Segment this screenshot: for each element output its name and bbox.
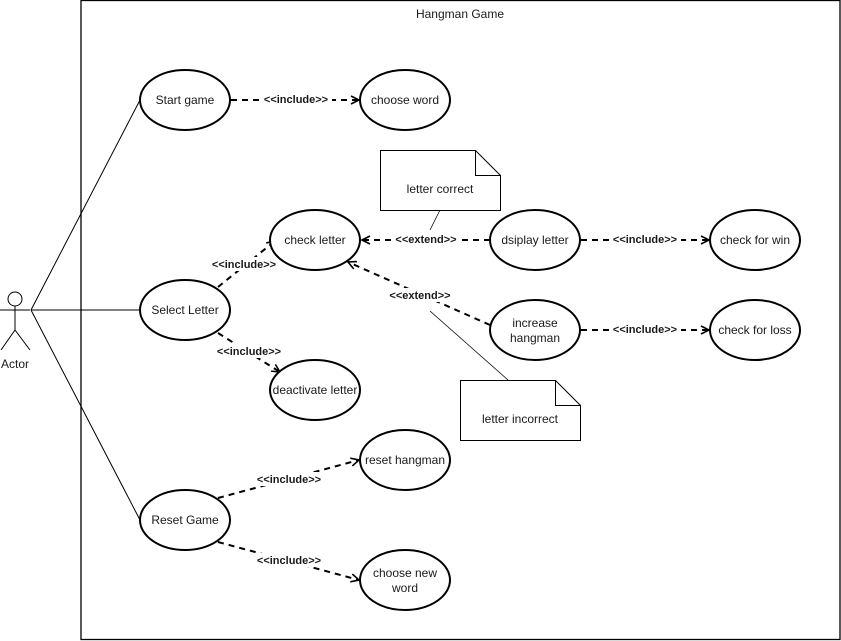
use-case-select-letter-label: Select Letter — [151, 303, 218, 317]
use-case-check-for-win-label: check for win — [720, 233, 790, 247]
use-case-choose-new-word-label-1: choose new — [373, 566, 437, 580]
use-case-deactivate-letter-label: deactivate letter — [273, 383, 358, 397]
system-title: Hangman Game — [416, 7, 504, 21]
label-include-increase-loss: <<include>> — [613, 324, 677, 336]
use-case-choose-new-word[interactable] — [359, 549, 451, 611]
use-case-start-game-label: Start game — [156, 93, 215, 107]
label-include-reset-hangman: <<include>> — [257, 474, 321, 486]
use-case-increase-hangman-label-2: hangman — [510, 331, 560, 345]
use-case-increase-hangman-label-1: increase — [512, 316, 558, 330]
label-extend-display-check: <<extend>> — [395, 234, 456, 246]
use-case-diagram: Hangman Game Actor <<include>> <<include… — [0, 0, 841, 641]
note-letter-correct-shape — [380, 150, 501, 211]
note-letter-correct[interactable]: letter correct — [380, 150, 501, 211]
actor-leg-right — [14, 329, 31, 351]
use-case-increase-hangman[interactable] — [489, 299, 581, 361]
use-case-display-letter-label: dsiplay letter — [501, 233, 568, 247]
label-include-select-deactivate: <<include>> — [217, 346, 281, 358]
actor-head — [7, 291, 23, 307]
use-case-choose-word-label: choose word — [371, 93, 439, 107]
label-include-start-choose: <<include>> — [264, 94, 328, 106]
use-case-reset-hangman-label: reset hangman — [365, 453, 445, 467]
note-letter-correct-text: letter correct — [407, 182, 474, 196]
label-include-select-check: <<include>> — [212, 259, 276, 271]
label-include-display-win: <<include>> — [613, 234, 677, 246]
note-letter-incorrect-text: letter incorrect — [482, 412, 559, 426]
note-letter-incorrect[interactable]: letter incorrect — [460, 380, 581, 441]
use-case-check-for-loss-label: check for loss — [718, 323, 791, 337]
use-case-choose-new-word-label-2: word — [391, 581, 418, 595]
label-extend-increase-check: <<extend>> — [389, 290, 450, 302]
label-include-reset-choose-new: <<include>> — [257, 555, 321, 567]
actor-label: Actor — [1, 357, 29, 371]
actor-leg-left — [0, 329, 16, 351]
use-case-reset-game-label: Reset Game — [151, 513, 219, 527]
use-case-check-letter-label: check letter — [284, 233, 345, 247]
actor[interactable]: Actor — [0, 291, 31, 371]
note-letter-incorrect-shape — [460, 380, 581, 441]
